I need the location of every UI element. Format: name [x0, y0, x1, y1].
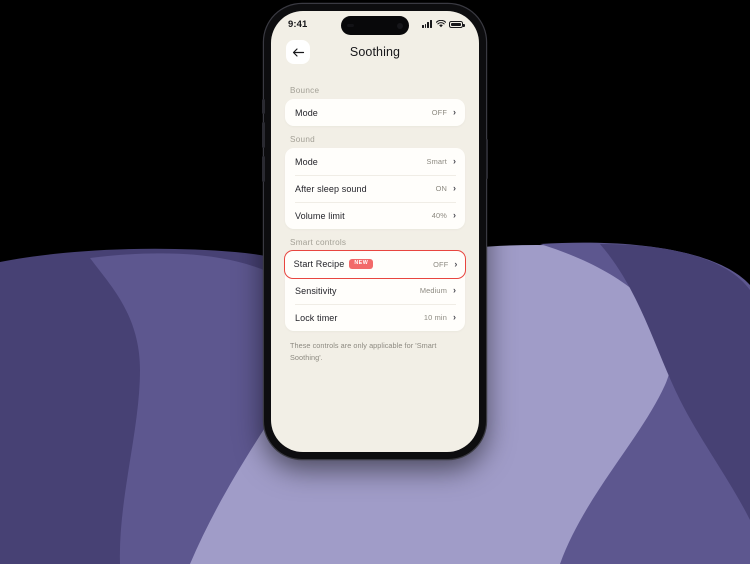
row-label: Lock timer — [295, 312, 338, 323]
mute-switch[interactable] — [262, 99, 265, 114]
new-badge: NEW — [349, 259, 374, 269]
phone-screen: 9:41 Soothing Bounce Mode OFF › Sound Mo… — [271, 11, 479, 452]
row-label: Volume limit — [295, 210, 345, 221]
row-value: OFF — [431, 108, 447, 117]
settings-card-smart-controls: Start Recipe NEW OFF › Sensitivity Mediu… — [283, 249, 467, 332]
front-camera-icon — [397, 22, 403, 29]
status-bar-indicators — [421, 20, 465, 28]
settings-row-volume-limit[interactable]: Volume limit 40% › — [285, 202, 465, 229]
back-arrow-icon — [292, 47, 304, 57]
row-trailing: OFF › — [433, 258, 458, 269]
wifi-icon — [435, 20, 446, 28]
row-label: Start Recipe — [293, 259, 345, 270]
speaker-icon — [347, 24, 354, 27]
settings-card-sound: Mode Smart › After sleep sound ON › Volu… — [285, 148, 465, 229]
row-value: Smart — [426, 157, 447, 166]
volume-down-button[interactable] — [262, 156, 265, 182]
chevron-right-icon: › — [453, 183, 456, 193]
power-button[interactable] — [485, 139, 488, 179]
row-trailing: 40% › — [431, 210, 456, 221]
section-label-bounce: Bounce — [290, 86, 320, 95]
row-value: 10 min — [423, 313, 447, 323]
status-bar-time: 9:41 — [288, 18, 308, 30]
section-label-smart-controls: Smart controls — [290, 238, 347, 247]
chevron-right-icon: › — [453, 285, 456, 296]
row-trailing: Smart › — [426, 156, 456, 167]
status-bar: 9:41 — [271, 11, 479, 37]
phone-device-frame: 9:41 Soothing Bounce Mode OFF › Sound Mo… — [262, 4, 488, 459]
back-button[interactable] — [286, 40, 310, 64]
row-value: ON — [435, 184, 447, 193]
settings-row-sensitivity[interactable]: Sensitivity Medium › — [285, 277, 465, 304]
cellular-signal-icon — [421, 20, 432, 28]
chevron-right-icon: › — [454, 258, 458, 269]
row-label: Sensitivity — [295, 285, 337, 296]
settings-card-bounce: Mode OFF › — [285, 99, 465, 126]
row-value: 40% — [431, 211, 447, 220]
row-value: Medium — [419, 286, 447, 296]
row-value: OFF — [433, 259, 449, 269]
row-trailing: OFF › — [431, 107, 456, 118]
chevron-right-icon: › — [453, 210, 456, 220]
settings-row-sound-mode[interactable]: Mode Smart › — [285, 148, 465, 175]
battery-icon — [449, 20, 465, 28]
row-label-wrapper: Start Recipe NEW — [294, 259, 374, 269]
chevron-right-icon: › — [453, 312, 456, 323]
row-trailing: 10 min › — [423, 312, 456, 323]
settings-row-after-sleep-sound[interactable]: After sleep sound ON › — [285, 175, 465, 202]
settings-row-bounce-mode[interactable]: Mode OFF › — [285, 99, 465, 126]
screenshot-canvas: 9:41 Soothing Bounce Mode OFF › Sound Mo… — [0, 0, 750, 564]
row-label: After sleep sound — [295, 183, 367, 194]
footnote-text: These controls are only applicable for '… — [290, 341, 437, 362]
settings-row-start-recipe[interactable]: Start Recipe NEW OFF › — [283, 249, 467, 279]
dynamic-island — [341, 16, 409, 35]
row-trailing: Medium › — [419, 285, 456, 296]
chevron-right-icon: › — [453, 156, 456, 166]
section-label-sound: Sound — [290, 135, 315, 144]
row-label: Mode — [295, 156, 318, 167]
chevron-right-icon: › — [453, 107, 456, 117]
settings-row-lock-timer[interactable]: Lock timer 10 min › — [285, 304, 465, 331]
row-label: Mode — [295, 107, 318, 118]
volume-up-button[interactable] — [262, 122, 265, 148]
navigation-bar: Soothing — [271, 40, 479, 74]
settings-content: Bounce Mode OFF › Sound Mode Smart › Aft… — [271, 74, 479, 363]
row-trailing: ON › — [435, 183, 456, 194]
